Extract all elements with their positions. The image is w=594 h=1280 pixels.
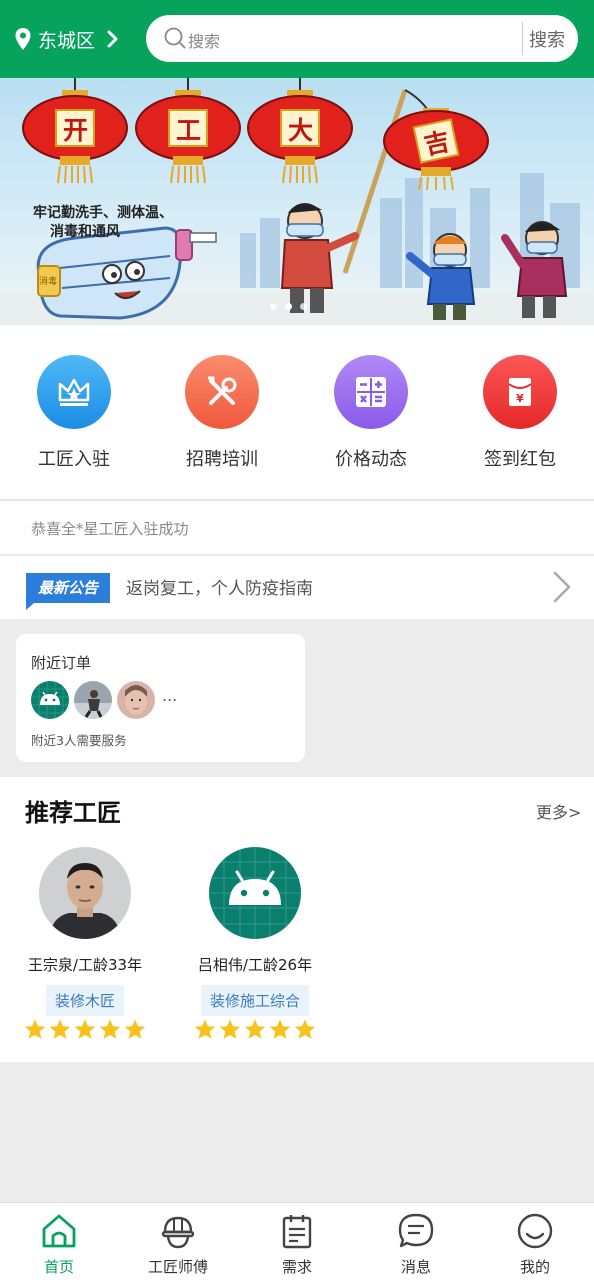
chevron-right-icon (552, 571, 572, 607)
carousel-indicator (270, 303, 307, 310)
star-rating (180, 1019, 330, 1040)
star-icon (294, 1019, 316, 1039)
crown-icon (37, 355, 111, 429)
nearby-summary: 附近3人需要服务 (31, 733, 127, 748)
news-ticker[interactable]: 恭喜全*星工匠入驻成功 (0, 501, 594, 555)
craftsman-name: 王宗泉/工龄33年 (27, 956, 143, 974)
craftsman-card[interactable]: 吕相伟/工龄26年 装修施工综合 (180, 847, 330, 1040)
star-rating (10, 1019, 160, 1040)
location-selector[interactable]: 东城区 (14, 24, 119, 54)
craftsman-skill-tag: 装修施工综合 (200, 985, 309, 1016)
promo-banner[interactable]: 开 工 大 吉 牢记勤洗手、测体温、 消毒和通风 消毒 (0, 78, 594, 325)
tab-label: 消息 (400, 1258, 431, 1276)
ticker-text: 恭喜全*星工匠入驻成功 (31, 520, 189, 538)
avatar (31, 681, 69, 719)
nearby-avatars: ... (31, 681, 177, 719)
tab-demands[interactable]: 需求 (238, 1211, 356, 1277)
star-icon (269, 1019, 291, 1039)
red-envelope-icon: ¥ (483, 355, 557, 429)
chat-icon (357, 1211, 475, 1251)
feature-label: 价格动态 (335, 449, 407, 470)
search-input[interactable]: 搜索 (188, 28, 220, 52)
section-title: 推荐工匠 (25, 799, 121, 827)
star-icon (244, 1019, 266, 1039)
craftsman-card[interactable]: 王宗泉/工龄33年 装修木匠 (10, 847, 160, 1040)
craftsman-name: 吕相伟/工龄26年 (197, 956, 313, 974)
lantern-char-1: 开 (63, 116, 89, 145)
banner-slogan-line-2: 消毒和通风 (50, 224, 120, 240)
lantern-char-2: 工 (176, 116, 202, 145)
home-page: 东城区 搜索 搜索 开 工 大 吉 牢记勤洗手、测体温、 消毒和通风 消毒 工匠… (0, 0, 594, 1280)
avatar (74, 681, 112, 719)
more-avatars: ... (162, 685, 178, 705)
smiley-icon (476, 1211, 594, 1251)
notepad-icon (238, 1211, 356, 1251)
tab-label: 首页 (43, 1258, 74, 1276)
location-label: 东城区 (38, 29, 96, 52)
avatar (39, 847, 131, 939)
star-icon (74, 1019, 96, 1039)
feature-recruitment[interactable]: 招聘培训 (148, 355, 296, 471)
announcement-badge: 最新公告 (26, 573, 110, 610)
tab-profile[interactable]: 我的 (476, 1211, 594, 1277)
feature-label: 签到红包 (484, 449, 556, 470)
tab-label: 工匠师傅 (147, 1258, 208, 1276)
search-button[interactable]: 搜索 (529, 26, 565, 52)
tab-craftsmen[interactable]: 工匠师傅 (119, 1211, 237, 1277)
tab-home[interactable]: 首页 (0, 1211, 118, 1277)
feature-craftsman-join[interactable]: 工匠入驻 (0, 355, 148, 471)
home-icon (0, 1211, 118, 1251)
hardhat-icon (119, 1211, 237, 1251)
craftsman-skill-tag: 装修木匠 (45, 985, 124, 1016)
feature-label: 招聘培训 (186, 449, 258, 470)
lantern-char-3: 大 (288, 116, 314, 145)
carousel-dot-active (285, 303, 292, 310)
calculator-icon (334, 355, 408, 429)
bottom-nav: 首页 工匠师傅 需求 消息 我的 (0, 1202, 594, 1280)
carousel-dot (270, 303, 277, 310)
location-pin-icon (14, 27, 32, 51)
recommended-section: 推荐工匠 更多> 王宗泉/工龄33年 装修木匠 吕相伟/工龄26年 装修施工综合 (0, 777, 594, 1062)
feature-checkin-redpacket[interactable]: ¥ 签到红包 (446, 355, 594, 471)
feature-price-trends[interactable]: 价格动态 (297, 355, 445, 471)
search-bar[interactable]: 搜索 搜索 (146, 15, 578, 62)
avatar (117, 681, 155, 719)
svg-text:¥: ¥ (516, 392, 524, 405)
top-bar: 东城区 搜索 搜索 (0, 0, 594, 78)
more-link[interactable]: 更多> (536, 799, 581, 823)
star-icon (194, 1019, 216, 1039)
announcement-text: 返岗复工，个人防疫指南 (126, 579, 313, 599)
search-icon (164, 27, 186, 53)
star-icon (24, 1019, 46, 1039)
star-icon (49, 1019, 71, 1039)
star-icon (219, 1019, 241, 1039)
banner-slogan-line-1: 牢记勤洗手、测体温、 (33, 205, 173, 221)
star-icon (99, 1019, 121, 1039)
nearby-section: 附近订单 ... 附近3人需要服务 (0, 619, 594, 777)
nearby-orders-card[interactable]: 附近订单 ... 附近3人需要服务 (16, 634, 305, 762)
feature-grid: 工匠入驻 招聘培训 价格动态 ¥ 签到红包 (0, 325, 594, 500)
feature-label: 工匠入驻 (38, 449, 110, 470)
star-icon (124, 1019, 146, 1039)
tab-messages[interactable]: 消息 (357, 1211, 475, 1277)
tab-label: 我的 (519, 1258, 550, 1276)
carousel-dot (300, 303, 307, 310)
announcement-bar[interactable]: 最新公告 返岗复工，个人防疫指南 (0, 556, 594, 619)
chevron-right-icon (107, 30, 119, 48)
bottle-label: 消毒 (39, 277, 58, 287)
tab-label: 需求 (281, 1258, 312, 1276)
tools-icon (185, 355, 259, 429)
nearby-title: 附近订单 (31, 654, 92, 672)
search-divider (522, 22, 523, 55)
avatar (209, 847, 301, 939)
